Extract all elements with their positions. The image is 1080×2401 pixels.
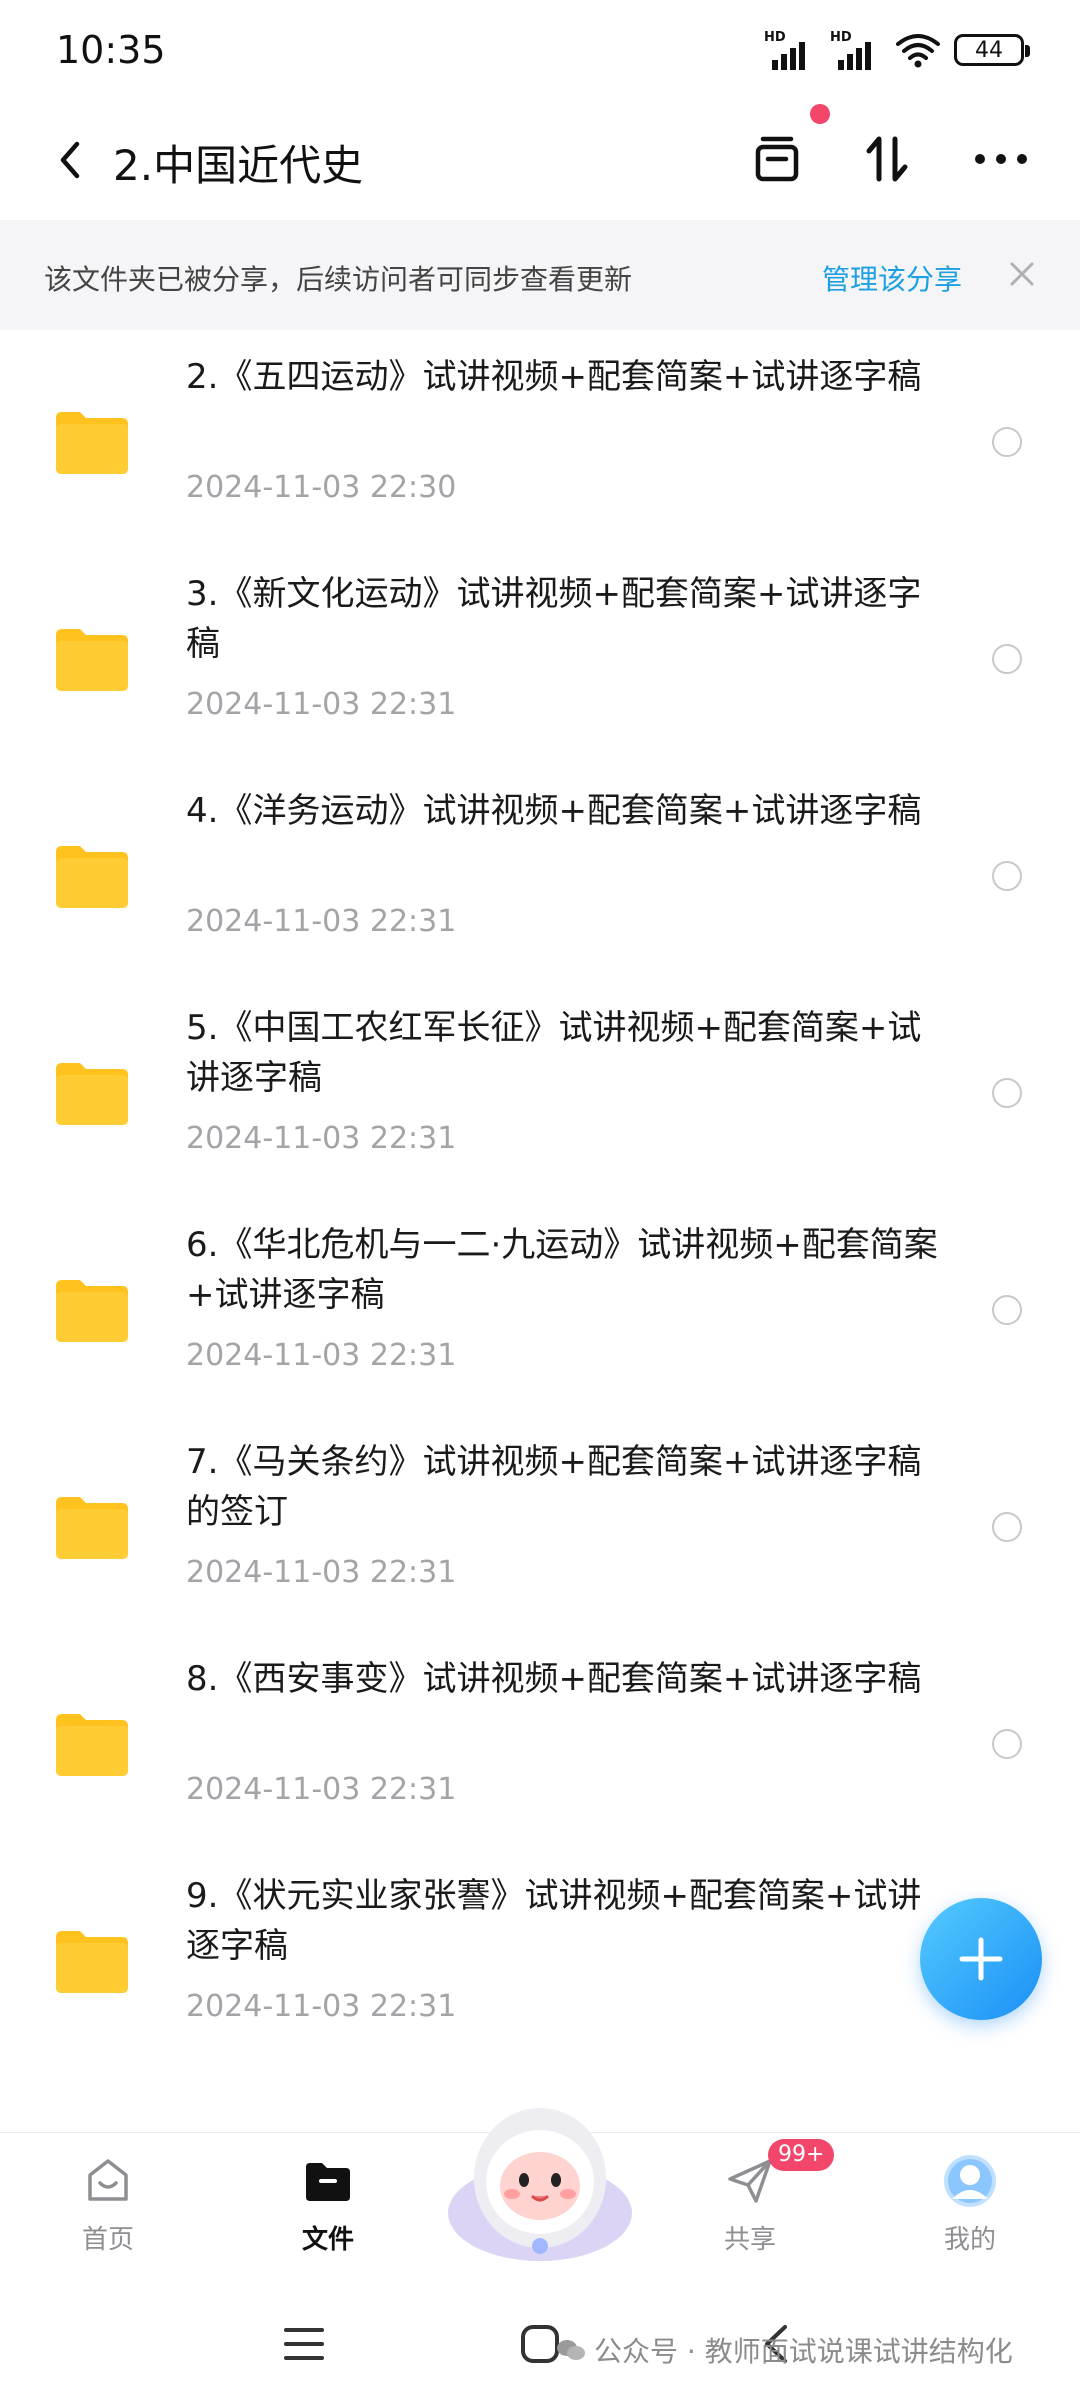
list-item[interactable]: 4.《洋务运动》试讲视频+配套简案+试讲逐字稿 2024-11-03 22:31 — [0, 774, 1080, 991]
system-nav-bar: 公众号 · 教师面试说课试讲结构化 — [0, 2290, 1080, 2401]
file-name: 5.《中国工农红军长征》试讲视频+配套简案+试讲逐字稿 — [186, 1008, 922, 1098]
nav-share-label: 共享 — [723, 2225, 776, 2255]
plus-icon — [959, 1937, 1003, 1981]
file-date: 2024-11-03 22:31 — [186, 687, 457, 722]
file-name: 7.《马关条约》试讲视频+配套简案+试讲逐字稿的签订 — [186, 1442, 922, 1532]
folder-icon — [56, 1063, 128, 1125]
nav-mine[interactable]: 我的 — [900, 2143, 1040, 2263]
folder-icon — [56, 629, 128, 691]
signal-icon-2: HD — [830, 30, 882, 70]
folder-icon — [56, 1714, 128, 1776]
page-title: 2.中国近代史 — [113, 141, 364, 190]
files-icon — [306, 2163, 350, 2201]
folder-icon — [56, 1931, 128, 1993]
nav-home-label: 首页 — [81, 2225, 134, 2255]
nav-files-label: 文件 — [301, 2225, 354, 2255]
file-name: 4.《洋务运动》试讲视频+配套简案+试讲逐字稿 — [186, 791, 922, 831]
banner-close-button[interactable] — [1000, 252, 1044, 296]
select-radio[interactable] — [992, 1295, 1022, 1325]
file-date: 2024-11-03 22:31 — [186, 1555, 457, 1590]
select-radio[interactable] — [992, 644, 1022, 674]
wechat-icon — [557, 2340, 585, 2360]
file-date: 2024-11-03 22:31 — [186, 1338, 457, 1373]
file-date: 2024-11-03 22:30 — [186, 470, 457, 505]
nav-files[interactable]: 文件 — [258, 2143, 398, 2263]
nav-share[interactable]: 共享 99+ — [680, 2139, 835, 2263]
select-radio[interactable] — [992, 861, 1022, 891]
status-icons: HD HD 44 — [764, 30, 1030, 70]
file-date: 2024-11-03 22:31 — [186, 1989, 457, 2024]
watermark: 公众号 · 教师面试说课试讲结构化 — [556, 2330, 1013, 2370]
square-icon — [521, 2325, 559, 2363]
list-item[interactable]: 6.《华北危机与一二·九运动》试讲视频+配套简案+试讲逐字稿 2024-11-03… — [0, 1208, 1080, 1425]
share-banner: 该文件夹已被分享，后续访问者可同步查看更新 管理该分享 — [0, 220, 1080, 330]
file-list: 2.《五四运动》试讲视频+配套简案+试讲逐字稿 2024-11-03 22:30 3… — [0, 340, 1080, 2076]
battery-level: 44 — [975, 37, 1003, 63]
select-radio[interactable] — [992, 1078, 1022, 1108]
folder-icon — [56, 1280, 128, 1342]
more-options-button[interactable] — [966, 124, 1036, 194]
share-banner-text: 该文件夹已被分享，后续访问者可同步查看更新 — [44, 263, 633, 296]
folder-icon — [56, 846, 128, 908]
system-menu-button[interactable] — [274, 2314, 334, 2374]
battery-icon: 44 — [954, 34, 1030, 66]
folder-icon — [56, 1497, 128, 1559]
manage-share-link[interactable]: 管理该分享 — [822, 258, 962, 298]
back-button[interactable] — [40, 130, 100, 190]
file-date: 2024-11-03 22:31 — [186, 1121, 457, 1156]
top-app-bar: 2.中国近代史 — [0, 100, 1080, 220]
transfer-list-button[interactable] — [742, 124, 812, 194]
wifi-icon — [896, 34, 940, 68]
file-name: 3.《新文化运动》试讲视频+配套简案+试讲逐字稿 — [186, 574, 922, 664]
menu-icon — [284, 2328, 324, 2360]
select-radio[interactable] — [992, 1729, 1022, 1759]
notification-dot — [810, 104, 830, 124]
profile-icon — [944, 2155, 996, 2207]
back-icon — [60, 141, 80, 179]
more-icon — [975, 154, 1027, 164]
folder-icon — [56, 412, 128, 474]
nav-mine-label: 我的 — [943, 2225, 996, 2255]
select-radio[interactable] — [992, 1512, 1022, 1542]
file-name: 8.《西安事变》试讲视频+配套简案+试讲逐字稿 — [186, 1659, 922, 1699]
list-item[interactable]: 2.《五四运动》试讲视频+配套简案+试讲逐字稿 2024-11-03 22:30 — [0, 340, 1080, 557]
status-time: 10:35 — [56, 28, 166, 72]
sort-button[interactable] — [852, 124, 922, 194]
select-radio[interactable] — [992, 427, 1022, 457]
list-item[interactable]: 5.《中国工农红军长征》试讲视频+配套简案+试讲逐字稿 2024-11-03 22… — [0, 991, 1080, 1208]
nav-home[interactable]: 首页 — [38, 2143, 178, 2263]
list-item[interactable]: 7.《马关条约》试讲视频+配套简案+试讲逐字稿的签订 2024-11-03 22:… — [0, 1425, 1080, 1642]
home-icon — [88, 2159, 128, 2201]
archive-icon — [755, 136, 799, 182]
share-badge: 99+ — [768, 2139, 835, 2171]
file-name: 6.《华北危机与一二·九运动》试讲视频+配套简案+试讲逐字稿 — [186, 1225, 938, 1315]
watermark-text: 公众号 · 教师面试说课试讲结构化 — [594, 2335, 1013, 2368]
status-bar: 10:35 HD HD 44 — [0, 0, 1080, 100]
list-item[interactable]: 3.《新文化运动》试讲视频+配套简案+试讲逐字稿 2024-11-03 22:31 — [0, 557, 1080, 774]
list-item[interactable]: 9.《状元实业家张謇》试讲视频+配套简案+试讲逐字稿 2024-11-03 22:… — [0, 1859, 1080, 2076]
file-name: 9.《状元实业家张謇》试讲视频+配套简案+试讲逐字稿 — [186, 1876, 922, 1966]
mascot-assistant-button[interactable] — [440, 2078, 640, 2268]
file-name: 2.《五四运动》试讲视频+配套简案+试讲逐字稿 — [186, 357, 922, 397]
close-icon — [1010, 262, 1034, 286]
file-date: 2024-11-03 22:31 — [186, 1772, 457, 1807]
signal-icon: HD — [764, 30, 816, 70]
add-button[interactable] — [920, 1898, 1042, 2020]
list-item[interactable]: 8.《西安事变》试讲视频+配套简案+试讲逐字稿 2024-11-03 22:31 — [0, 1642, 1080, 1859]
file-date: 2024-11-03 22:31 — [186, 904, 457, 939]
sort-icon — [866, 136, 908, 182]
share-icon — [728, 2159, 772, 2203]
